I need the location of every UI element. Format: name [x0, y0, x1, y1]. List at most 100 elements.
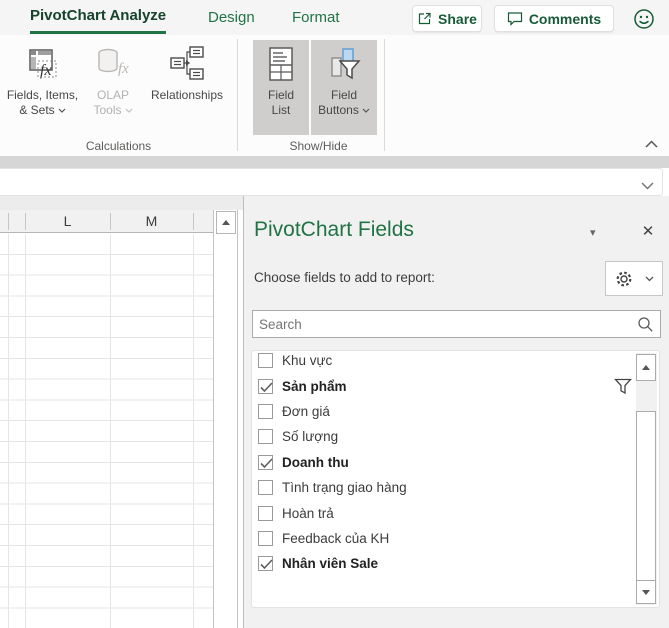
- field-checkbox[interactable]: [258, 403, 273, 419]
- field-buttons-toggle-button[interactable]: Field Buttons: [311, 40, 377, 135]
- olap-tools-label-1: OLAP: [96, 88, 129, 102]
- tab-format[interactable]: Format: [292, 0, 340, 34]
- field-checkbox[interactable]: [258, 505, 273, 521]
- triangle-up-icon: [642, 365, 650, 370]
- smiley-icon: [634, 9, 654, 29]
- search-box: [252, 310, 661, 338]
- scroll-up-button[interactable]: [636, 354, 656, 381]
- collapse-ribbon-button[interactable]: [640, 135, 662, 153]
- column-gridline: [110, 234, 111, 628]
- checkmark-icon: [260, 382, 273, 392]
- field-label: Hoàn trả: [282, 505, 334, 521]
- field-row[interactable]: Tình trạng giao hàng: [252, 475, 659, 500]
- pane-close-button[interactable]: ✕: [639, 222, 657, 240]
- checkmark-icon: [260, 559, 273, 570]
- field-checkbox[interactable]: [258, 353, 273, 369]
- search-icon[interactable]: [637, 316, 654, 333]
- expand-formula-bar-button[interactable]: [641, 177, 654, 195]
- field-checkbox[interactable]: [258, 530, 273, 546]
- field-label: Nhân viên Sale: [282, 556, 379, 572]
- ribbon-group-separator: [384, 39, 385, 151]
- field-row[interactable]: Khu vực: [252, 351, 659, 373]
- relationships-button[interactable]: Relationships: [140, 40, 234, 136]
- relationships-label: Relationships: [150, 88, 224, 102]
- column-header-M[interactable]: M: [110, 210, 193, 232]
- choose-fields-label: Choose fields to add to report:: [254, 270, 435, 285]
- field-row[interactable]: Đơn giá: [252, 399, 659, 424]
- field-row[interactable]: Số lượng: [252, 424, 659, 449]
- relationships-icon: [170, 46, 204, 80]
- pane-options-caret[interactable]: ▾: [590, 226, 596, 239]
- ribbon-group-separator: [237, 39, 238, 151]
- comments-icon: [507, 12, 522, 26]
- column-gridline: [8, 234, 9, 628]
- scrollbar-thumb[interactable]: [636, 411, 656, 583]
- column-gridline: [25, 234, 26, 628]
- field-row[interactable]: Nhân viên Sale: [252, 551, 659, 576]
- field-checkbox[interactable]: [258, 556, 273, 572]
- field-row[interactable]: Feedback của KH: [252, 526, 659, 551]
- search-input[interactable]: [253, 311, 631, 337]
- scroll-down-button[interactable]: [636, 580, 656, 604]
- triangle-down-icon: [642, 589, 650, 595]
- checkmark-icon: [260, 458, 273, 468]
- field-list-toggle-button[interactable]: Field List: [253, 40, 309, 135]
- olap-tools-label-2: Tools: [93, 103, 122, 117]
- olap-tools-button: fx OLAP Tools: [86, 40, 140, 136]
- fields-items-sets-label-2: & Sets: [19, 103, 55, 117]
- field-label: Khu vực: [282, 353, 333, 369]
- share-label: Share: [438, 10, 477, 27]
- fields-items-sets-button[interactable]: fx Fields, Items, & Sets: [0, 40, 85, 136]
- field-checkbox[interactable]: [258, 378, 273, 394]
- tab-pivotchart-analyze[interactable]: PivotChart Analyze: [30, 0, 167, 34]
- group-label-showhide: Show/Hide: [289, 139, 348, 153]
- field-label: Doanh thu: [282, 454, 349, 470]
- sheet-vertical-scrollbar[interactable]: [213, 210, 238, 628]
- field-checkbox[interactable]: [258, 454, 273, 470]
- chevron-down-icon: [58, 108, 66, 113]
- field-row[interactable]: Hoàn trả: [252, 500, 659, 525]
- field-label: Feedback của KH: [282, 530, 390, 546]
- field-buttons-label-1: Field: [330, 88, 357, 102]
- field-checkbox[interactable]: [258, 480, 273, 496]
- field-list-label-2: List: [271, 103, 291, 117]
- chevron-down-icon: [641, 182, 654, 190]
- scroll-up-button[interactable]: [216, 211, 236, 234]
- worksheet-area[interactable]: L M: [0, 210, 243, 628]
- column-header-row[interactable]: L M: [0, 210, 213, 233]
- chevron-down-icon: [125, 108, 132, 113]
- chevron-down-icon: [362, 108, 370, 113]
- field-list-items: Khu vực Sản phẩm Đơn giá Số lượng Doanh …: [252, 351, 659, 577]
- group-label-calculations: Calculations: [85, 139, 152, 153]
- field-row[interactable]: Doanh thu: [252, 450, 659, 475]
- field-row[interactable]: Sản phẩm: [252, 373, 659, 398]
- feedback-smiley-button[interactable]: [629, 4, 659, 34]
- share-icon: [418, 12, 431, 25]
- field-list-label-1: Field: [267, 88, 294, 102]
- field-list-icon: [269, 47, 293, 81]
- share-button[interactable]: Share: [412, 5, 482, 32]
- field-label: Sản phẩm: [282, 378, 347, 394]
- tab-design[interactable]: Design: [208, 0, 255, 34]
- sheet-top-band: [0, 196, 243, 210]
- ribbon-bottom-band: [0, 156, 669, 168]
- field-list-scrollbar[interactable]: [636, 353, 657, 605]
- comments-button[interactable]: Comments: [494, 5, 614, 32]
- field-label: Đơn giá: [282, 403, 330, 419]
- chevron-up-icon: [644, 140, 658, 148]
- filter-icon[interactable]: [614, 378, 632, 395]
- svg-text:fx: fx: [118, 61, 129, 77]
- column-gridline: [8, 213, 9, 230]
- tools-split-button[interactable]: [605, 261, 663, 296]
- field-checkbox[interactable]: [258, 429, 273, 445]
- sheet-cells[interactable]: [0, 234, 213, 628]
- formula-bar[interactable]: [0, 168, 663, 196]
- column-gridline: [193, 234, 194, 628]
- gear-icon: [616, 271, 632, 286]
- fields-items-sets-icon: fx: [28, 49, 56, 79]
- column-header-L[interactable]: L: [25, 210, 110, 232]
- ribbon: fx Fields, Items, & Sets fx OLAP Tools R…: [0, 35, 669, 156]
- svg-text:fx: fx: [40, 62, 52, 79]
- pivotchart-fields-pane: PivotChart Fields ▾ ✕ Choose fields to a…: [243, 196, 669, 628]
- field-list-box: Khu vực Sản phẩm Đơn giá Số lượng Doanh …: [251, 350, 660, 608]
